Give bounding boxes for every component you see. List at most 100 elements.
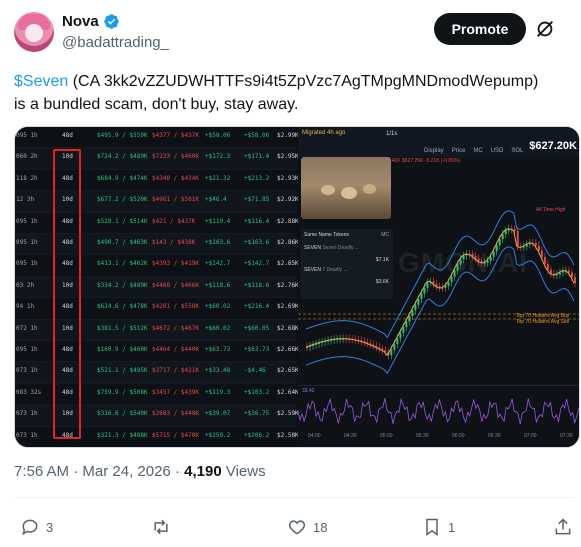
table-cell-c0: 03 2h [16,281,35,289]
contract-address-text: (CA 3kk2vZZUDWHTTFs9i4t5ZpVzc7AgTMpgMNDm… [68,73,539,90]
table-cell-c6: $2.88K [277,217,299,225]
candle-body [570,272,573,278]
candlestick-chart[interactable] [298,197,580,387]
candle-body [462,255,465,260]
table-cell-c6: $2.59K [277,410,299,418]
table-cell-c4: +$119.3 [205,388,231,396]
table-cell-c2: $381.5 / $512K [97,324,148,332]
cashtag-link[interactable]: $Seven [14,73,68,90]
table-cell-c2: $528.1 / $514K [97,217,148,225]
table-cell-c3: $2683 / $448K [152,410,199,418]
table-cell-c2: $624.6 / $478K [97,303,148,311]
share-button[interactable] [553,517,573,537]
table-cell-c6: $2.99K [277,132,299,139]
candle-body [390,349,393,356]
price-chart-image[interactable]: Migrated 4h ago 1/1s $627.20K Display Pr… [298,127,580,447]
table-cell-c3: $4464 / $440K [152,346,199,353]
table-cell-c4: +$21.32 [205,174,231,182]
table-cell-c4: +$60.02 [205,324,231,332]
table-cell-c5: +$118.6 [244,281,270,289]
time-tick: 07:00 [524,433,537,439]
candle-body [489,256,492,261]
toolbar-display: Display [424,148,444,154]
table-cell-c3: $143 / $438K [152,239,196,246]
promote-button[interactable]: Promote [434,13,526,45]
table-cell-c5: +$36.75 [244,410,270,418]
table-cell-c4: +$118.6 [205,281,231,289]
candle-body [456,264,459,271]
table-cell-c5: +$142.7 [244,260,270,268]
table-cell-c0: 073 1h [16,367,38,375]
wallet-table-image[interactable]: 095 1h 48d $495.9 / $559K $4377 / $437K +$58… [15,127,299,447]
time-tick: 06:00 [452,433,465,439]
table-cell-c6: $2.64K [277,388,299,396]
repost-button[interactable] [151,517,177,537]
toolbar-mc: MC [473,148,483,154]
table-cell-c4: +$33.48 [205,367,231,375]
table-cell-c2: $490.7 / $463K [97,239,148,246]
table-cell-c5: +$63.73 [244,346,270,353]
table-cell-c3: $4961 / $501K [152,196,199,204]
table-cell-c5: +$216.4 [244,303,270,311]
tweet-meta: 7:56 AM · Mar 24, 2026 · 4,190 Views [14,463,266,480]
tweet-date[interactable]: Mar 24, 2026 [82,463,170,480]
views-label: Views [221,463,266,480]
table-cell-c2: $321.3 / $488K [97,431,148,439]
candle-body [495,245,498,252]
views-count: 4,190 [184,463,222,480]
table-cell-c3: $3457 / $439K [152,388,199,396]
candle-body [516,231,519,247]
time-axis: 04:00 04:30 05:00 05:30 06:00 06:30 07:00 07:30 [308,433,578,443]
table-cell-c0: 118 2h [16,174,38,182]
highlight-box [53,149,81,439]
table-cell-c2: $413.1 / $462K [97,260,148,268]
table-cell-c5: +$206.2 [244,431,270,439]
candle-body [543,256,546,264]
reply-button[interactable]: 3 [20,517,53,537]
candle-body [504,230,507,235]
table-cell-c4: +$63.73 [205,346,231,353]
reply-icon [22,519,38,536]
table-cell-c2: $684.9 / $474K [97,174,148,182]
verified-badge-icon [103,14,119,29]
tweet-media[interactable]: 095 1h 48d $495.9 / $559K $4377 / $437K +$58… [14,126,580,448]
table-cell-c5: +$163.6 [244,239,270,246]
table-cell-c6: $2.86K [277,239,299,246]
table-cell-c3: $7233 / $460K [152,153,199,161]
tweet-text: $Seven (CA 3kk2vZZUDWHTTFs9i4t5ZpVzc7AgT… [14,70,574,116]
tweet-time[interactable]: 7:56 AM [14,463,69,480]
table-cell-c3: $4201 / $558K [152,303,199,311]
author-name-row[interactable]: Nova [62,13,120,30]
candle-body [426,282,429,288]
table-cell-c0: 095 1h [16,239,38,246]
tweet-line-1: $Seven (CA 3kk2vZZUDWHTTFs9i4t5ZpVzc7AgT… [14,70,574,93]
candle-body [549,269,552,274]
table-cell-c6: $2.92K [277,196,299,204]
time-tick: 04:30 [344,433,357,439]
table-cell-c5: +$171.4 [244,153,270,161]
display-name[interactable]: Nova [62,13,99,30]
avatar[interactable] [14,12,54,52]
author-handle[interactable]: @badattrading_ [62,34,169,51]
candle-body [447,282,450,286]
table-cell-c5: +$103.2 [244,388,270,396]
oscillator-path [298,397,579,425]
table-row: 095 1h 48d $495.9 / $559K $4377 / $437K +$58… [15,127,299,149]
bookmark-button[interactable]: 1 [422,517,455,537]
tweet-actions: 3 18 1 [0,509,581,541]
divider [14,497,574,498]
time-tick: 05:00 [380,433,393,439]
table-cell-c0: 083 32s [16,388,42,396]
candle-body [501,234,504,240]
table-cell-c4: +$142.7 [205,260,231,268]
table-cell-c0: 060 2h [16,153,38,161]
like-button[interactable]: 18 [287,517,327,537]
bollinger-band-line [305,246,575,375]
candle-body [546,263,549,270]
candle-body [420,293,423,300]
table-cell-c3: $3717 / $421K [152,367,199,375]
meta-separator-2: · [170,463,185,480]
grok-icon[interactable] [534,18,556,40]
table-cell-c6: $2.85K [277,260,299,268]
avg-sell-label: Top 70 Holders Avg Sell [516,319,569,325]
